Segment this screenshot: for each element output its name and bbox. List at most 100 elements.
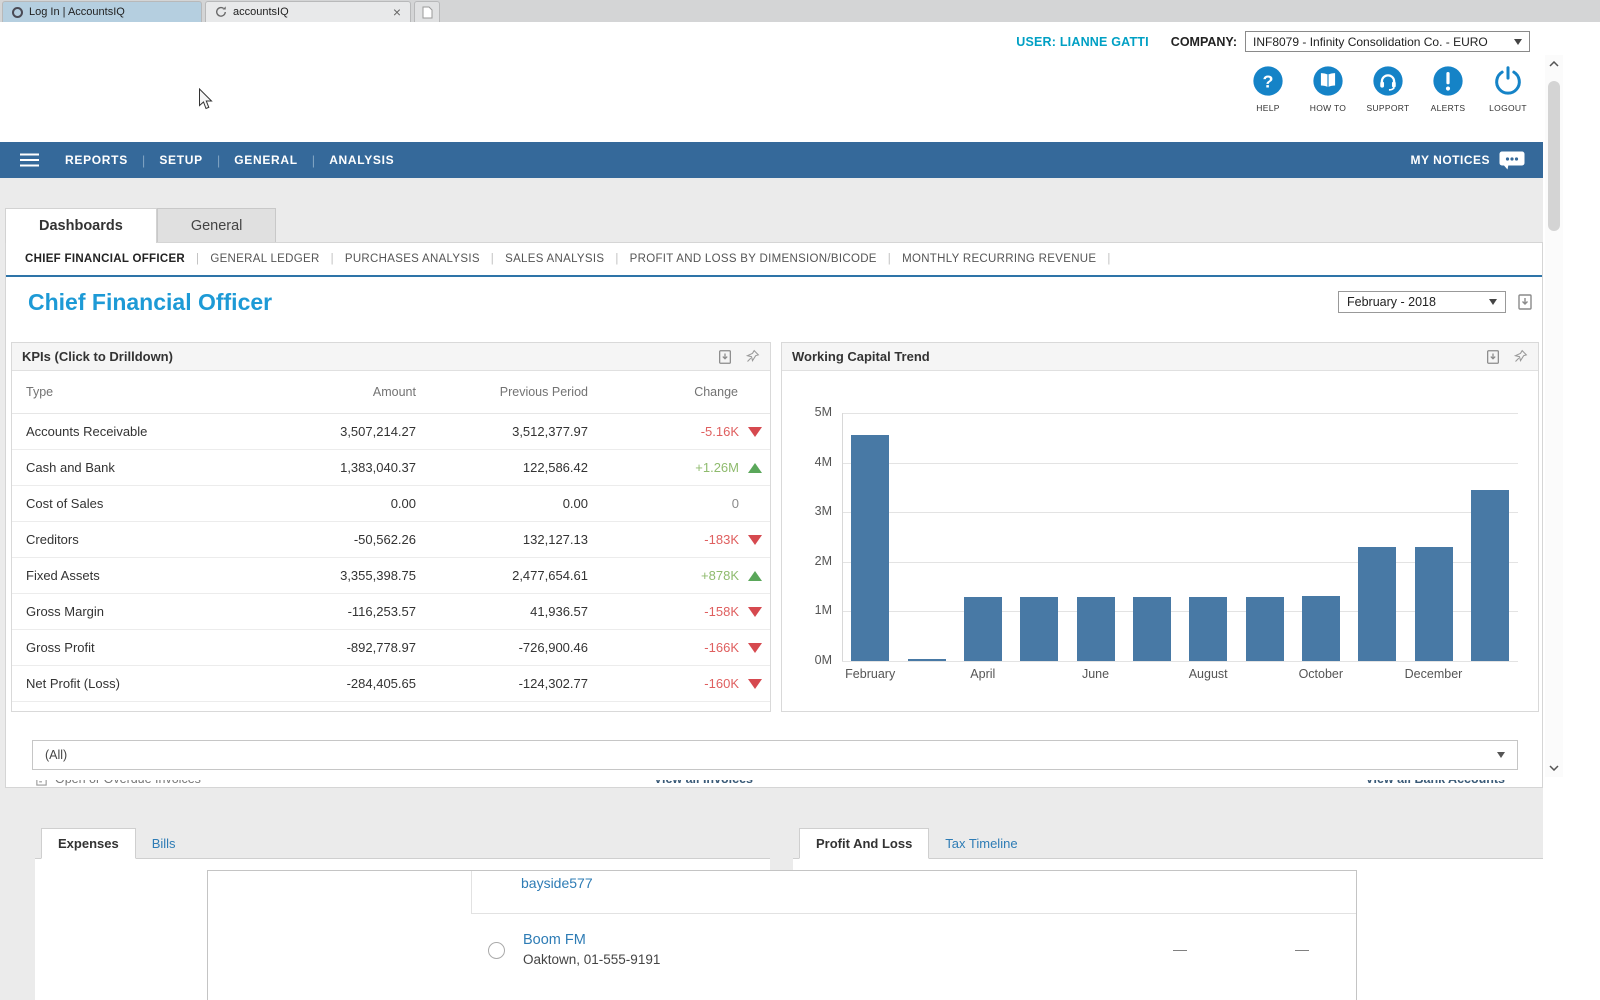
chart-bar-december[interactable] <box>1415 547 1453 661</box>
user-name: LIANNE GATTI <box>1060 35 1149 49</box>
kpi-change-value: -183K <box>704 532 739 547</box>
company-select[interactable]: INF8079 - Infinity Consolidation Co. - E… <box>1245 31 1530 52</box>
kpi-change: -5.16K <box>588 413 770 449</box>
scroll-up-icon[interactable] <box>1545 55 1563 73</box>
chart-bar-july[interactable] <box>1133 597 1171 662</box>
chart-bar-november[interactable] <box>1358 547 1396 661</box>
nav-item-setup[interactable]: SETUP <box>145 153 217 167</box>
kpi-previous: 122,586.42 <box>416 449 588 485</box>
workspace-tab-general[interactable]: General <box>157 208 277 242</box>
kpi-amount: -116,253.57 <box>238 593 416 629</box>
dashboard-tab-chief-financial-officer[interactable]: CHIEF FINANCIAL OFFICER <box>14 253 196 265</box>
kpi-type: Gross Margin <box>12 593 238 629</box>
kpi-change-value: -158K <box>704 604 739 619</box>
help-icon: ? <box>1251 64 1285 98</box>
new-tab-button[interactable] <box>414 1 440 22</box>
period-select-value: February - 2018 <box>1347 295 1436 309</box>
kpi-row-cost-of-sales[interactable]: Cost of Sales0.000.000 <box>12 485 770 521</box>
chart-bar-january[interactable] <box>1471 490 1509 661</box>
kpi-table: TypeAmountPrevious PeriodChange Accounts… <box>12 371 770 712</box>
contact-checkbox[interactable] <box>488 942 505 959</box>
menu-icon[interactable] <box>20 142 39 178</box>
kpi-type: Cash and Bank <box>12 449 238 485</box>
chart-ytick-label: 1M <box>792 603 832 617</box>
expenses-tab-expenses[interactable]: Expenses <box>41 828 136 859</box>
kpi-previous: 132,127.13 <box>416 521 588 557</box>
contact-col1-value: — <box>1173 941 1187 957</box>
filter-select[interactable]: (All) <box>32 740 1518 770</box>
nav-item-reports[interactable]: REPORTS <box>51 153 142 167</box>
kpi-change-value: -160K <box>704 676 739 691</box>
kpi-previous: 3,512,377.97 <box>416 413 588 449</box>
dashboard-tab-monthly-recurring-revenue[interactable]: MONTHLY RECURRING REVENUE <box>891 253 1107 265</box>
pin-icon[interactable] <box>745 349 760 364</box>
scrollbar-thumb[interactable] <box>1548 81 1560 231</box>
kpi-row-gross-margin[interactable]: Gross Margin-116,253.5741,936.57-158K <box>12 593 770 629</box>
kpi-row-gross-profit[interactable]: Gross Profit-892,778.97-726,900.46-166K <box>12 629 770 665</box>
expenses-tab-bills[interactable]: Bills <box>136 829 192 858</box>
chart-bar-june[interactable] <box>1077 597 1115 662</box>
kpi-amount: -892,778.97 <box>238 629 416 665</box>
dashboard-tab-purchases-analysis[interactable]: PURCHASES ANALYSIS <box>334 253 491 265</box>
contact-name-link[interactable]: Boom FM <box>523 932 586 948</box>
trend-down-icon <box>748 535 762 545</box>
pin-icon[interactable] <box>1513 349 1528 364</box>
profit-loss-tab-profit-and-loss[interactable]: Profit And Loss <box>799 828 929 859</box>
dashboard-tab-sales-analysis[interactable]: SALES ANALYSIS <box>494 253 615 265</box>
chart-gridline <box>842 463 1518 464</box>
chart-gridline <box>842 661 1518 662</box>
logout-button[interactable]: LOGOUT <box>1482 64 1534 113</box>
nav-item-analysis[interactable]: ANALYSIS <box>315 153 408 167</box>
chart-ytick-label: 3M <box>792 504 832 518</box>
kpi-row-creditors[interactable]: Creditors-50,562.26132,127.13-183K <box>12 521 770 557</box>
help-button[interactable]: ?HELP <box>1242 64 1294 113</box>
browser-tab-strip: Log In | AccountsIQ accountsIQ × <box>0 0 1600 22</box>
chart-bar-august[interactable] <box>1189 597 1227 662</box>
export-icon[interactable] <box>1485 349 1501 365</box>
workspace-tab-dashboards[interactable]: Dashboards <box>5 208 157 243</box>
chart-bar-may[interactable] <box>1020 597 1058 662</box>
how-to-button[interactable]: HOW TO <box>1302 64 1354 113</box>
export-icon[interactable] <box>1516 293 1534 311</box>
export-icon[interactable] <box>717 349 733 365</box>
profit-loss-tab-tax-timeline[interactable]: Tax Timeline <box>929 829 1033 858</box>
close-tab-icon[interactable]: × <box>393 5 401 19</box>
chart-bar-october[interactable] <box>1302 596 1340 662</box>
kpi-row-operating-expenses[interactable]: Operating Expenses608,273.22602,507.60+5… <box>12 701 770 712</box>
logout-label: LOGOUT <box>1489 103 1527 113</box>
kpi-previous: -124,302.77 <box>416 665 588 701</box>
kpi-row-cash-and-bank[interactable]: Cash and Bank1,383,040.37122,586.42+1.26… <box>12 449 770 485</box>
kpi-table-body: Accounts Receivable3,507,214.273,512,377… <box>12 413 770 712</box>
support-button[interactable]: SUPPORT <box>1362 64 1414 113</box>
chart-ytick-label: 5M <box>792 405 832 419</box>
browser-tab-title: accountsIQ <box>233 6 289 18</box>
alerts-button[interactable]: ALERTS <box>1422 64 1474 113</box>
kpi-amount: 3,507,214.27 <box>238 413 416 449</box>
scroll-down-icon[interactable] <box>1545 759 1563 777</box>
period-select[interactable]: February - 2018 <box>1338 291 1506 313</box>
kpi-column-change: Change <box>588 371 770 413</box>
kpi-column-type: Type <box>12 371 238 413</box>
my-notices-label: MY NOTICES <box>1411 153 1490 167</box>
kpi-previous: -726,900.46 <box>416 629 588 665</box>
tab-separator: | <box>1107 253 1110 265</box>
kpi-change: +878K <box>588 557 770 593</box>
kpi-row-net-profit-loss[interactable]: Net Profit (Loss)-284,405.65-124,302.77-… <box>12 665 770 701</box>
bayside-link[interactable]: bayside577 <box>521 875 593 891</box>
browser-tab-login[interactable]: Log In | AccountsIQ <box>2 1 202 22</box>
my-notices-button[interactable]: MY NOTICES <box>1411 151 1543 170</box>
kpi-row-accounts-receivable[interactable]: Accounts Receivable3,507,214.273,512,377… <box>12 413 770 449</box>
chart-bar-april[interactable] <box>964 597 1002 662</box>
support-label: SUPPORT <box>1366 103 1409 113</box>
page-scrollbar[interactable] <box>1545 55 1563 777</box>
browser-tab-accountsiq[interactable]: accountsIQ × <box>205 1 411 22</box>
dashboard-tab-general-ledger[interactable]: GENERAL LEDGER <box>199 253 330 265</box>
kpi-type: Net Profit (Loss) <box>12 665 238 701</box>
kpi-row-fixed-assets[interactable]: Fixed Assets3,355,398.752,477,654.61+878… <box>12 557 770 593</box>
chart-bar-february[interactable] <box>851 435 889 661</box>
chart-bar-march[interactable] <box>908 659 946 662</box>
nav-item-general[interactable]: GENERAL <box>220 153 312 167</box>
chart-bar-september[interactable] <box>1246 597 1284 662</box>
dashboard-tab-profit-and-loss-by-dimension-bicode[interactable]: PROFIT AND LOSS BY DIMENSION/BICODE <box>619 253 888 265</box>
page-title-row: Chief Financial Officer February - 2018 <box>6 277 1542 327</box>
